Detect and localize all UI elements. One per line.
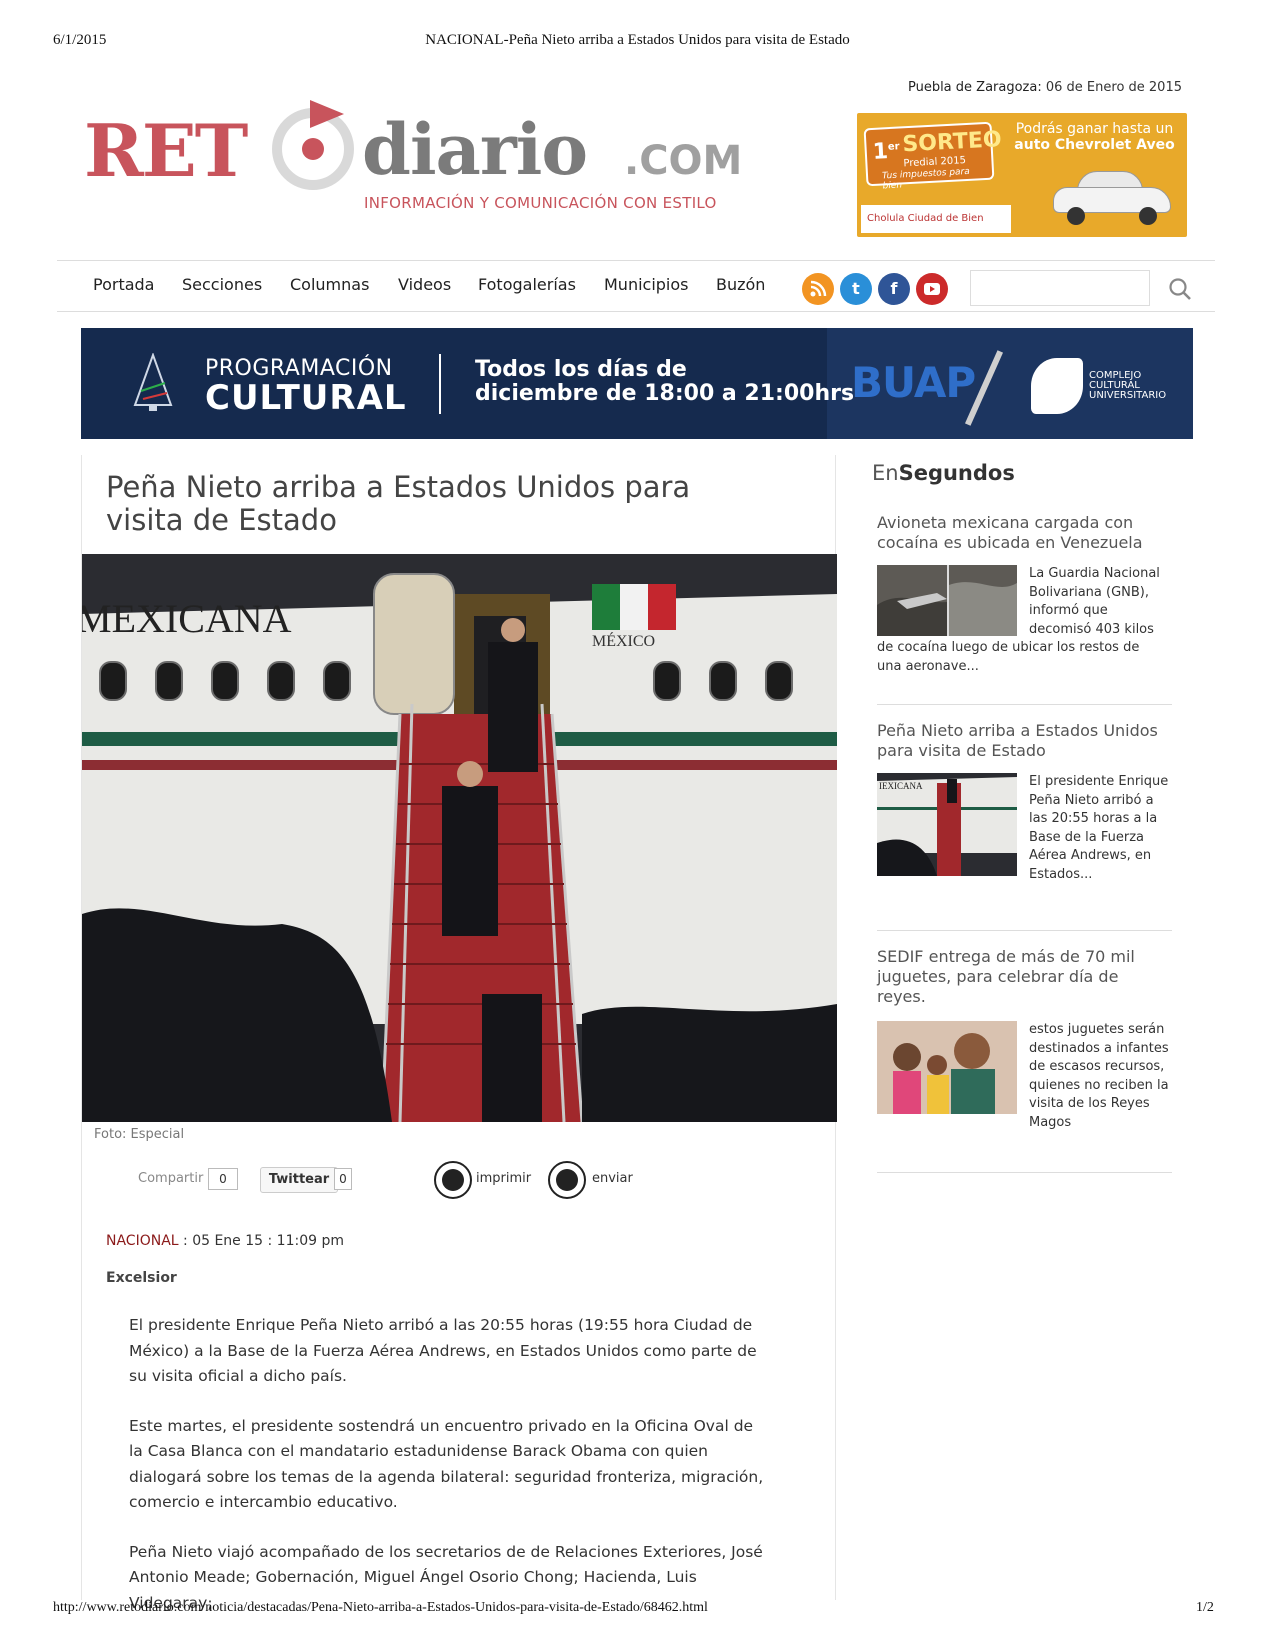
article-section[interactable]: NACIONAL (106, 1233, 179, 1249)
nav-item-fotogalerias[interactable]: Fotogalerías (478, 275, 576, 294)
logo-com: .COM (624, 138, 743, 184)
photo-caption: Foto: Especial (94, 1127, 185, 1142)
logo-diario: diario (362, 108, 588, 191)
article: Peña Nieto arriba a Estados Unidos para … (81, 455, 837, 1612)
sidebar-news-thumb[interactable]: IEXICANA (877, 773, 1017, 876)
banner-prog-line2: CULTURAL (205, 378, 407, 418)
sidebar-news-thumb[interactable] (877, 1021, 1017, 1114)
article-body: El presidente Enrique Peña Nieto arribó … (129, 1313, 769, 1640)
email-icon[interactable] (548, 1161, 586, 1199)
banner-schedule: Todos los días de diciembre de 18:00 a 2… (475, 358, 854, 406)
christmas-tree-icon (133, 353, 173, 411)
promo-claim-line1: Podrás ganar hasta un (1015, 121, 1174, 137)
search-icon[interactable] (1167, 276, 1193, 302)
nav-item-portada[interactable]: Portada (93, 275, 154, 294)
article-headline: Peña Nieto arriba a Estados Unidos para … (106, 470, 691, 537)
banner-schedule-line1: Todos los días de (475, 357, 687, 382)
sorteo-lema: Tus impuestos para bien (881, 166, 971, 192)
sidebar-news-title[interactable]: Peña Nieto arriba a Estados Unidos para … (877, 721, 1172, 761)
banner-divider (439, 354, 441, 414)
share-facebook-count: 0 (208, 1168, 238, 1190)
twitter-icon[interactable]: t (840, 273, 872, 305)
photo-country-text: MÉXICO (592, 631, 655, 650)
sidebar-news-snippet: estos juguetes serán destinados a infant… (1029, 1022, 1169, 1130)
sorteo-label: SORTEO (901, 127, 1003, 158)
sidebar-title: EnSegundos (872, 461, 1015, 485)
article-source: Excelsior (106, 1270, 177, 1286)
sidebar-news-snippet: El presidente Enrique Peña Nieto arribó … (1029, 774, 1169, 882)
article-meta: NACIONAL : 05 Ene 15 : 11:09 pm (106, 1233, 344, 1249)
sorteo-badge: 1er SORTEO Predial 2015 Tus impuestos pa… (863, 121, 1002, 191)
search-input[interactable] (970, 270, 1150, 306)
nav-item-buzon[interactable]: Buzón (716, 275, 765, 294)
sorteo-number: 1 (872, 139, 889, 165)
sidebar-title-en: En (872, 461, 899, 485)
banner-schedule-line2: diciembre de 18:00 a 21:00hrs (475, 381, 855, 406)
article-paragraph: Este martes, el presidente sostendrá un … (129, 1416, 764, 1512)
promo-ad[interactable]: 1er SORTEO Predial 2015 Tus impuestos pa… (857, 113, 1187, 237)
dateline-place: Puebla de Zaragoza: (907, 80, 1042, 95)
article-photo[interactable]: MEXICANA MÉXICO (82, 554, 837, 1122)
email-button[interactable]: enviar (592, 1171, 633, 1186)
logo-ret: RET (84, 108, 248, 193)
site-logo[interactable]: RET diario .COM INFORMACIÓN Y COMUNICACI… (84, 98, 742, 228)
print-page-number: 1/2 (1196, 1600, 1214, 1615)
car-image (1053, 169, 1171, 225)
dateline: Puebla de Zaragoza: 06 de Enero de 2015 (908, 80, 1182, 95)
print-icon[interactable] (434, 1161, 472, 1199)
share-facebook-button[interactable]: Compartir (138, 1171, 203, 1186)
sidebar-news-item[interactable]: Avioneta mexicana cargada con cocaína es… (877, 513, 1172, 705)
dateline-date: 06 de Enero de 2015 (1045, 80, 1182, 95)
article-datetime: : 05 Ene 15 : 11:09 pm (178, 1233, 344, 1249)
nav-item-videos[interactable]: Videos (398, 275, 451, 294)
promo-claim-line2: auto Chevrolet Aveo (1014, 137, 1175, 153)
rss-icon[interactable] (802, 273, 834, 305)
ccu-text: COMPLEJO CULTURAL UNIVERSITARIO (1089, 371, 1166, 401)
sidebar-news-title[interactable]: Avioneta mexicana cargada con cocaína es… (877, 513, 1172, 553)
logo-tagline: INFORMACIÓN Y COMUNICACIÓN CON ESTILO (364, 194, 717, 212)
sidebar-news-item[interactable]: SEDIF entrega de más de 70 mil juguetes,… (877, 947, 1172, 1173)
promo-claim: Podrás ganar hasta un auto Chevrolet Ave… (1007, 121, 1182, 153)
main-nav: Portada Secciones Columnas Videos Fotoga… (57, 260, 1215, 312)
print-title: NACIONAL-Peña Nieto arriba a Estados Uni… (425, 32, 850, 48)
nav-item-municipios[interactable]: Municipios (604, 275, 689, 294)
sidebar-title-segundos: Segundos (898, 461, 1015, 485)
ccu-line3: UNIVERSITARIO (1089, 390, 1167, 401)
sidebar-news-title[interactable]: SEDIF entrega de más de 70 mil juguetes,… (877, 947, 1172, 1007)
nav-item-columnas[interactable]: Columnas (290, 275, 369, 294)
photo-airline-text: MEXICANA (82, 596, 292, 641)
thumb-airline-text: IEXICANA (879, 781, 923, 791)
youtube-icon[interactable] (916, 273, 948, 305)
facebook-icon[interactable]: f (878, 273, 910, 305)
nav-item-secciones[interactable]: Secciones (182, 275, 262, 294)
ccu-logo-icon (1031, 358, 1083, 414)
sidebar-news-item[interactable]: Peña Nieto arriba a Estados Unidos para … (877, 721, 1172, 931)
twitter-share-count: 0 (334, 1168, 352, 1190)
twitter-share-button[interactable]: Twittear (260, 1167, 338, 1193)
logo-flag-icon (310, 100, 344, 128)
article-paragraph: El presidente Enrique Peña Nieto arribó … (129, 1316, 757, 1385)
promo-sponsor-logos: Cholula Ciudad de Bien (861, 205, 1011, 233)
cultural-banner[interactable]: PROGRAMACIÓN CULTURAL Todos los días de … (81, 328, 1193, 439)
print-url: http://www.retodiario.com/noticia/destac… (53, 1600, 708, 1615)
buap-logo: BUAP (851, 358, 976, 407)
print-button[interactable]: imprimir (476, 1171, 531, 1186)
sorteo-number-suffix: er (887, 141, 900, 153)
share-bar: Compartir 0 Twittear 0 imprimir enviar (82, 1155, 837, 1205)
